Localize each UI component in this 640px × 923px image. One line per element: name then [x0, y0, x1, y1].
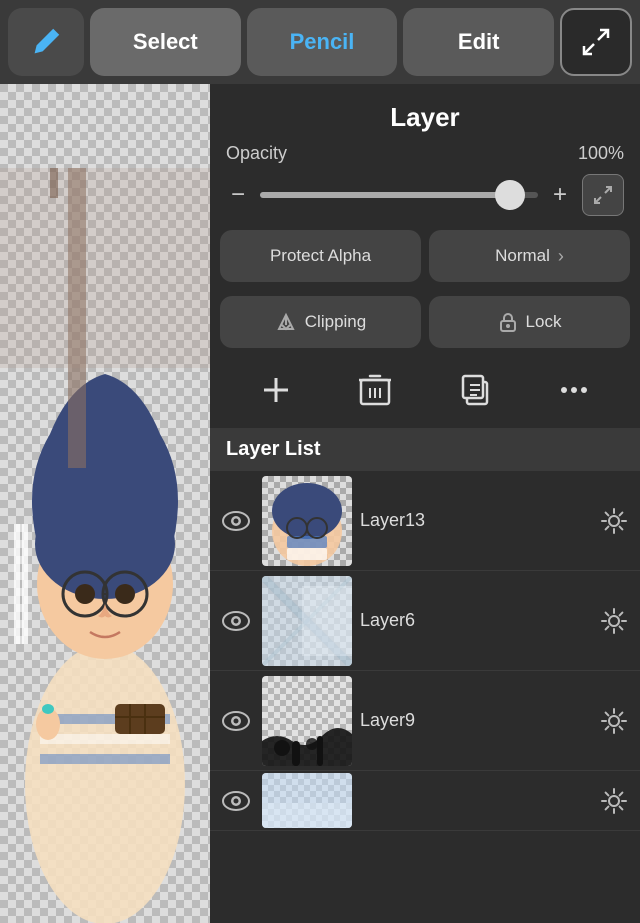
slider-plus-button[interactable]: +: [548, 181, 572, 209]
right-panel: Layer Opacity 100% − +: [210, 84, 640, 923]
edit-button[interactable]: Edit: [403, 8, 554, 76]
list-item: [210, 771, 640, 831]
mode-row: Protect Alpha Normal ›: [210, 230, 640, 296]
canvas-area: [0, 84, 210, 923]
layer-visibility-toggle[interactable]: [218, 603, 254, 639]
layer-thumbnail: [262, 576, 352, 666]
pencil-tool-button[interactable]: [8, 8, 84, 76]
opacity-expand-button[interactable]: [582, 174, 624, 216]
layer-title: Layer: [210, 84, 640, 143]
clip-row: Clipping Lock: [210, 296, 640, 362]
list-item: Layer9: [210, 671, 640, 771]
clipping-button[interactable]: Clipping: [220, 296, 421, 348]
chevron-right-icon: ›: [558, 246, 564, 267]
list-item: Layer6: [210, 571, 640, 671]
layer-visibility-toggle[interactable]: [218, 503, 254, 539]
layer-settings-button[interactable]: [596, 783, 632, 819]
layer-thumbnail: [262, 476, 352, 566]
layer-settings-button[interactable]: [596, 603, 632, 639]
layer-list-header: Layer List: [210, 428, 640, 471]
opacity-value: 100%: [578, 143, 624, 164]
toolbar: Select Pencil Edit: [0, 0, 640, 84]
opacity-label: Opacity: [226, 143, 287, 164]
protect-alpha-button[interactable]: Protect Alpha: [220, 230, 421, 282]
lock-button[interactable]: Lock: [429, 296, 630, 348]
layer-name: Layer13: [360, 510, 588, 531]
opacity-section: Opacity 100% − +: [210, 143, 640, 230]
copy-layer-button[interactable]: [451, 366, 499, 414]
layer-visibility-toggle[interactable]: [218, 783, 254, 819]
layer-name: Layer9: [360, 710, 588, 731]
layer-list-section: Layer List: [210, 428, 640, 923]
opacity-slider[interactable]: [260, 192, 538, 198]
slider-minus-button[interactable]: −: [226, 181, 250, 209]
select-button[interactable]: Select: [90, 8, 241, 76]
slider-thumb[interactable]: [495, 180, 525, 210]
action-row: [210, 362, 640, 428]
add-layer-button[interactable]: [252, 366, 300, 414]
layer-settings-button[interactable]: [596, 703, 632, 739]
layer-thumbnail: [262, 676, 352, 766]
expand-button[interactable]: [560, 8, 632, 76]
more-options-button[interactable]: [550, 366, 598, 414]
pencil-button[interactable]: Pencil: [247, 8, 398, 76]
layer-settings-button[interactable]: [596, 503, 632, 539]
slider-fill: [260, 192, 510, 198]
delete-layer-button[interactable]: [351, 366, 399, 414]
layer-visibility-toggle[interactable]: [218, 703, 254, 739]
list-item: Layer13: [210, 471, 640, 571]
layer-thumbnail: [262, 773, 352, 828]
blend-mode-button[interactable]: Normal ›: [429, 230, 630, 282]
layer-name: Layer6: [360, 610, 588, 631]
canvas-image: [0, 84, 210, 923]
